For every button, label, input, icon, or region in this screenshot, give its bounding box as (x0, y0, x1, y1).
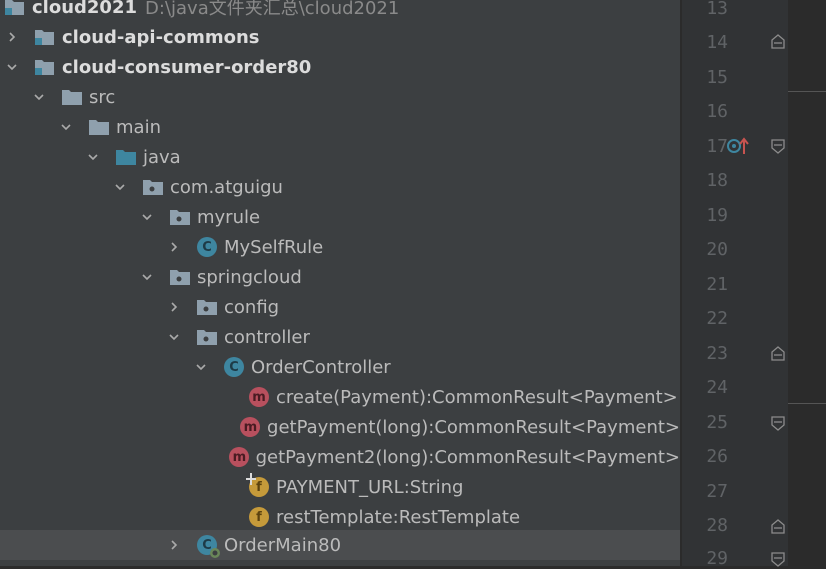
tree-row-method-getpayment[interactable]: m getPayment(long):CommonResult<Payment> (0, 412, 680, 442)
line-number: 15 (706, 67, 728, 88)
line-number: 28 (706, 515, 728, 536)
chevron-down-icon[interactable] (195, 361, 207, 373)
tree-row-label: src (89, 86, 116, 108)
fold-start-icon[interactable] (770, 416, 786, 432)
tree-row-label: create(Payment):CommonResult<Payment> (276, 386, 678, 408)
package-icon (169, 206, 191, 228)
tree-row-cloud-consumer-order80[interactable]: cloud-consumer-order80 (0, 52, 680, 82)
tree-row-method-getpayment2[interactable]: m getPayment2(long):CommonResult<Payment… (0, 442, 680, 472)
folder-icon (88, 116, 110, 138)
method-icon: m (229, 446, 250, 468)
tree-row-ordermain80[interactable]: C OrderMain80 (0, 530, 680, 560)
line-number: 20 (706, 239, 728, 260)
fold-end-icon[interactable] (770, 518, 786, 534)
fold-end-icon[interactable] (770, 345, 786, 361)
chevron-right-icon[interactable] (168, 539, 180, 551)
line-number: 27 (706, 481, 728, 502)
spring-boot-class-icon: C (196, 534, 220, 558)
chevron-down-icon[interactable] (87, 151, 99, 163)
project-path: D:\java文件夹汇总\cloud2021 (145, 0, 400, 19)
tree-row-label: main (116, 116, 161, 138)
chevron-right-icon[interactable] (6, 31, 18, 43)
tree-row-myselfrule[interactable]: C MySelfRule (0, 232, 680, 262)
source-folder-icon (115, 146, 137, 168)
tree-row-main[interactable]: main (0, 112, 680, 142)
chevron-down-icon[interactable] (141, 211, 153, 223)
tree-row-label: OrderMain80 (224, 534, 342, 556)
tree-row-project-root[interactable]: cloud2021 D:\java文件夹汇总\cloud2021 (0, 0, 680, 22)
tree-row-com-atguigu[interactable]: com.atguigu (0, 172, 680, 202)
line-number: 26 (706, 446, 728, 467)
static-field-icon: f (246, 473, 270, 498)
line-number: 25 (706, 412, 728, 433)
tree-row-src[interactable]: src (0, 82, 680, 112)
method-separator (788, 91, 826, 92)
method-icon: m (248, 386, 270, 408)
tree-row-label: OrderController (251, 356, 391, 378)
tree-row-java[interactable]: java (0, 142, 680, 172)
tree-row-label: config (224, 296, 280, 318)
folder-icon (61, 86, 83, 108)
package-icon (142, 176, 164, 198)
chevron-down-icon[interactable] (114, 181, 126, 193)
module-folder-icon (34, 26, 56, 48)
tree-row-label: java (143, 146, 181, 168)
project-tree: cloud2021 D:\java文件夹汇总\cloud2021 cloud-a… (0, 0, 680, 566)
tree-row-springcloud[interactable]: springcloud (0, 262, 680, 292)
tree-row-label: MySelfRule (224, 236, 324, 258)
tree-row-method-create[interactable]: m create(Payment):CommonResult<Payment> (0, 382, 680, 412)
method-separator (788, 403, 826, 404)
class-icon: C (223, 356, 245, 378)
tree-row-label: controller (224, 326, 310, 348)
tree-row-label: restTemplate:RestTemplate (276, 506, 521, 528)
module-folder-icon (34, 56, 56, 78)
line-number: 14 (706, 32, 728, 53)
class-icon: C (196, 236, 218, 258)
package-icon (169, 266, 191, 288)
override-method-icon[interactable] (726, 136, 750, 156)
line-number: 17 (706, 136, 728, 157)
tree-row-controller[interactable]: controller (0, 322, 680, 352)
chevron-right-icon[interactable] (168, 241, 180, 253)
line-number: 19 (706, 205, 728, 226)
chevron-down-icon[interactable] (60, 121, 72, 133)
line-number: 24 (706, 377, 728, 398)
chevron-down-icon[interactable] (168, 331, 180, 343)
editor-code-area[interactable] (788, 0, 826, 566)
tree-row-field-payment-url[interactable]: f PAYMENT_URL:String (0, 472, 680, 502)
tree-row-label: getPayment(long):CommonResult<Payment> (267, 416, 680, 438)
line-number: 16 (706, 101, 728, 122)
line-number: 23 (706, 343, 728, 364)
tree-row-config[interactable]: config (0, 292, 680, 322)
tree-row-label: myrule (197, 206, 261, 228)
tree-row-ordercontroller[interactable]: C OrderController (0, 352, 680, 382)
method-icon: m (240, 416, 261, 438)
chevron-down-icon[interactable] (33, 91, 45, 103)
tree-row-cloud-api-commons[interactable]: cloud-api-commons (0, 22, 680, 52)
tree-row-label: cloud-api-commons (62, 26, 260, 48)
tree-row-label: com.atguigu (170, 176, 283, 198)
field-icon: f (248, 506, 270, 528)
tree-row-label: cloud-consumer-order80 (62, 56, 312, 78)
tree-row-label: springcloud (197, 266, 302, 288)
tree-row-label: PAYMENT_URL:String (276, 476, 464, 498)
chevron-down-icon[interactable] (6, 61, 18, 73)
line-number: 21 (706, 274, 728, 295)
package-icon (196, 296, 218, 318)
chevron-down-icon[interactable] (141, 271, 153, 283)
tree-row-myrule[interactable]: myrule (0, 202, 680, 232)
package-icon (196, 326, 218, 348)
fold-start-icon[interactable] (770, 139, 786, 155)
line-number: 18 (706, 170, 728, 191)
fold-end-icon[interactable] (770, 33, 786, 49)
line-number: 22 (706, 308, 728, 329)
tree-row-field-resttemplate[interactable]: f restTemplate:RestTemplate (0, 502, 680, 532)
tree-row-label: getPayment2(long):CommonResult<Payment> (255, 446, 680, 468)
line-number: 13 (706, 0, 728, 19)
chevron-right-icon[interactable] (168, 301, 180, 313)
module-folder-icon (4, 0, 26, 18)
tree-row-label: cloud2021 (32, 0, 138, 18)
